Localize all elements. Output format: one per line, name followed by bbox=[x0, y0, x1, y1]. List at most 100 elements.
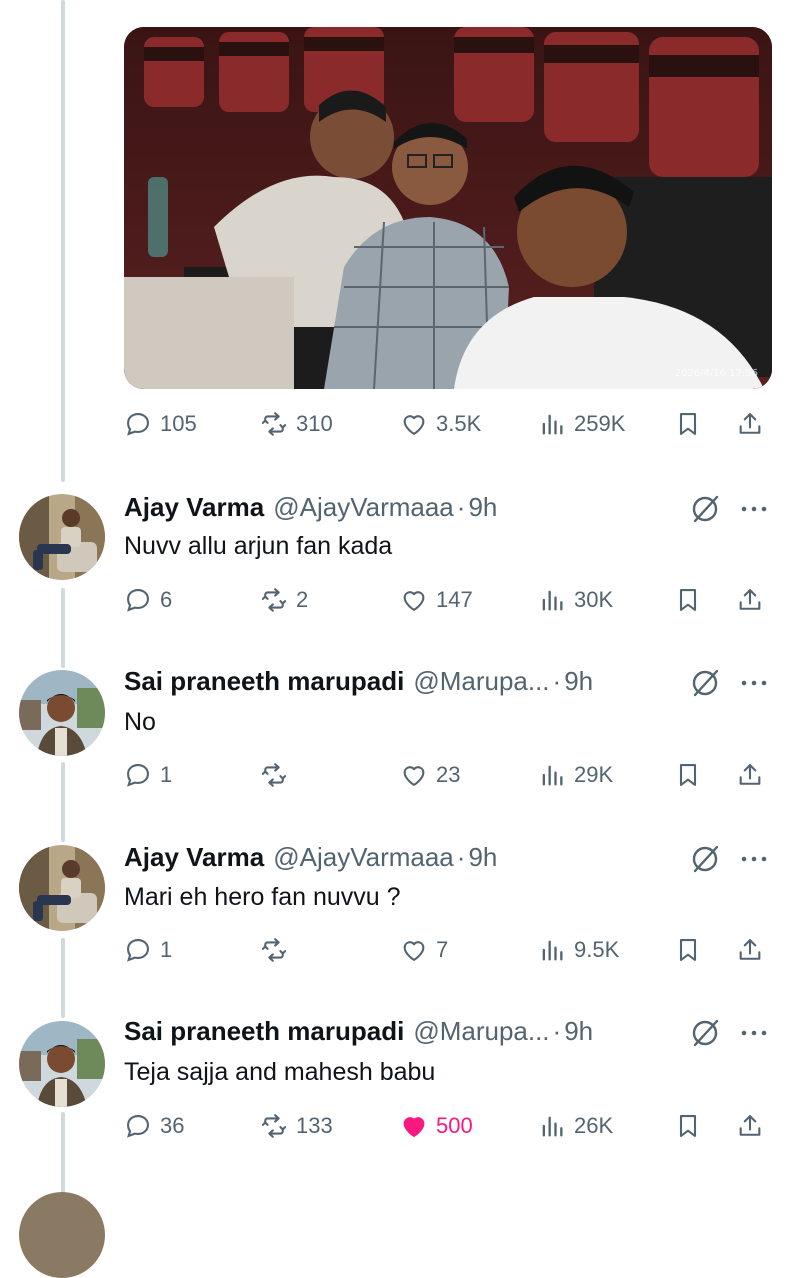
repost-icon bbox=[261, 763, 287, 787]
bookmark-button[interactable] bbox=[674, 404, 702, 444]
avatar-image-sai bbox=[19, 1021, 105, 1107]
share-button[interactable] bbox=[736, 930, 764, 970]
timestamp[interactable]: 9h bbox=[468, 492, 497, 523]
reply-actions: 1 7 9.5K bbox=[124, 930, 772, 970]
separator-dot: · bbox=[552, 1016, 562, 1046]
bookmark-icon bbox=[679, 939, 697, 961]
bookmark-icon bbox=[679, 1115, 697, 1137]
reply-icon bbox=[127, 589, 149, 612]
reply-button[interactable]: 1 bbox=[124, 930, 172, 970]
avatar[interactable] bbox=[19, 1192, 105, 1278]
thread-line bbox=[61, 762, 65, 842]
display-name[interactable]: Ajay Varma bbox=[124, 492, 264, 523]
grok-icon[interactable] bbox=[688, 1016, 722, 1050]
views-icon bbox=[542, 1116, 563, 1137]
reply-actions: 36 133 500 26K bbox=[124, 1106, 772, 1146]
grok-icon[interactable] bbox=[688, 666, 722, 700]
photo-timestamp: 2026/4/16 17:56 bbox=[674, 368, 758, 379]
timestamp[interactable]: 9h bbox=[564, 1016, 593, 1047]
repost-count: 2 bbox=[296, 587, 309, 612]
share-icon bbox=[739, 589, 761, 610]
bookmark-icon bbox=[679, 764, 697, 786]
views-button[interactable]: 30K bbox=[538, 580, 613, 620]
reply-header: Ajay Varma @AjayVarmaaa · 9h bbox=[124, 842, 497, 876]
like-icon bbox=[403, 591, 425, 611]
share-button[interactable] bbox=[736, 580, 764, 620]
like-button[interactable]: 147 bbox=[400, 580, 473, 620]
repost-icon bbox=[261, 938, 287, 962]
like-button[interactable]: 500 bbox=[400, 1106, 473, 1146]
reply-icon bbox=[127, 1115, 149, 1138]
views-count: 9.5K bbox=[574, 937, 620, 962]
views-count: 29K bbox=[574, 762, 614, 787]
grok-icon[interactable] bbox=[688, 842, 722, 876]
reply-button[interactable]: 36 bbox=[124, 1106, 184, 1146]
display-name[interactable]: Sai praneeth marupadi bbox=[124, 1016, 404, 1047]
views-button[interactable]: 259K bbox=[538, 404, 625, 444]
reply-button[interactable]: 6 bbox=[124, 580, 172, 620]
reply-actions: 6 2 147 30K bbox=[124, 580, 772, 620]
reply-icon bbox=[127, 764, 149, 787]
bookmark-button[interactable] bbox=[674, 930, 702, 970]
more-icon[interactable] bbox=[738, 492, 770, 526]
reply-count: 6 bbox=[160, 587, 173, 612]
bookmark-icon bbox=[679, 413, 697, 435]
reply-header: Ajay Varma @AjayVarmaaa · 9h bbox=[124, 492, 497, 526]
post-photo[interactable]: 2026/4/16 17:56 bbox=[124, 27, 772, 389]
share-icon bbox=[739, 413, 761, 434]
views-button[interactable]: 29K bbox=[538, 755, 613, 795]
share-button[interactable] bbox=[736, 404, 764, 444]
repost-button[interactable] bbox=[260, 930, 296, 970]
display-name[interactable]: Sai praneeth marupadi bbox=[124, 666, 404, 697]
like-button[interactable]: 23 bbox=[400, 755, 460, 795]
more-icon[interactable] bbox=[738, 666, 770, 700]
user-handle[interactable]: @Marupa... bbox=[413, 1016, 549, 1047]
more-icon[interactable] bbox=[738, 842, 770, 876]
views-count: 30K bbox=[574, 587, 614, 612]
views-count: 26K bbox=[574, 1113, 614, 1138]
like-count: 7 bbox=[436, 937, 449, 962]
like-icon bbox=[403, 766, 425, 786]
repost-button[interactable]: 133 bbox=[260, 1106, 333, 1146]
like-button[interactable]: 7 bbox=[400, 930, 448, 970]
user-handle[interactable]: @AjayVarmaaa bbox=[273, 842, 454, 873]
main-post-actions: 105 310 3.5K 259K bbox=[124, 404, 772, 444]
reply-button[interactable]: 1 bbox=[124, 755, 172, 795]
repost-button[interactable]: 2 bbox=[260, 580, 308, 620]
separator-dot: · bbox=[456, 492, 466, 522]
reply-count: 1 bbox=[160, 762, 173, 787]
share-button[interactable] bbox=[736, 755, 764, 795]
like-count: 147 bbox=[436, 587, 473, 612]
share-icon bbox=[739, 1115, 761, 1136]
bookmark-button[interactable] bbox=[674, 580, 702, 620]
like-button[interactable]: 3.5K bbox=[400, 404, 481, 444]
like-icon-filled bbox=[403, 1117, 425, 1137]
avatar[interactable] bbox=[19, 670, 105, 756]
user-handle[interactable]: @AjayVarmaaa bbox=[273, 492, 454, 523]
avatar[interactable] bbox=[19, 1021, 105, 1107]
reply-count: 1 bbox=[160, 937, 173, 962]
avatar[interactable] bbox=[19, 845, 105, 931]
timestamp[interactable]: 9h bbox=[564, 666, 593, 697]
timestamp[interactable]: 9h bbox=[468, 842, 497, 873]
like-icon bbox=[403, 415, 425, 435]
reply-button[interactable]: 105 bbox=[124, 404, 197, 444]
bookmark-button[interactable] bbox=[674, 755, 702, 795]
more-icon[interactable] bbox=[738, 1016, 770, 1050]
views-icon bbox=[542, 765, 563, 786]
repost-button[interactable]: 310 bbox=[260, 404, 333, 444]
avatar[interactable] bbox=[19, 494, 105, 580]
thread-line bbox=[61, 1112, 65, 1200]
reply-header: Sai praneeth marupadi @Marupa... · 9h bbox=[124, 1016, 593, 1050]
repost-button[interactable] bbox=[260, 755, 296, 795]
views-icon bbox=[542, 940, 563, 961]
bookmark-button[interactable] bbox=[674, 1106, 702, 1146]
share-button[interactable] bbox=[736, 1106, 764, 1146]
views-icon bbox=[542, 414, 563, 435]
like-count: 500 bbox=[436, 1113, 473, 1138]
user-handle[interactable]: @Marupa... bbox=[413, 666, 549, 697]
grok-icon[interactable] bbox=[688, 492, 722, 526]
views-button[interactable]: 26K bbox=[538, 1106, 613, 1146]
views-button[interactable]: 9.5K bbox=[538, 930, 619, 970]
display-name[interactable]: Ajay Varma bbox=[124, 842, 264, 873]
